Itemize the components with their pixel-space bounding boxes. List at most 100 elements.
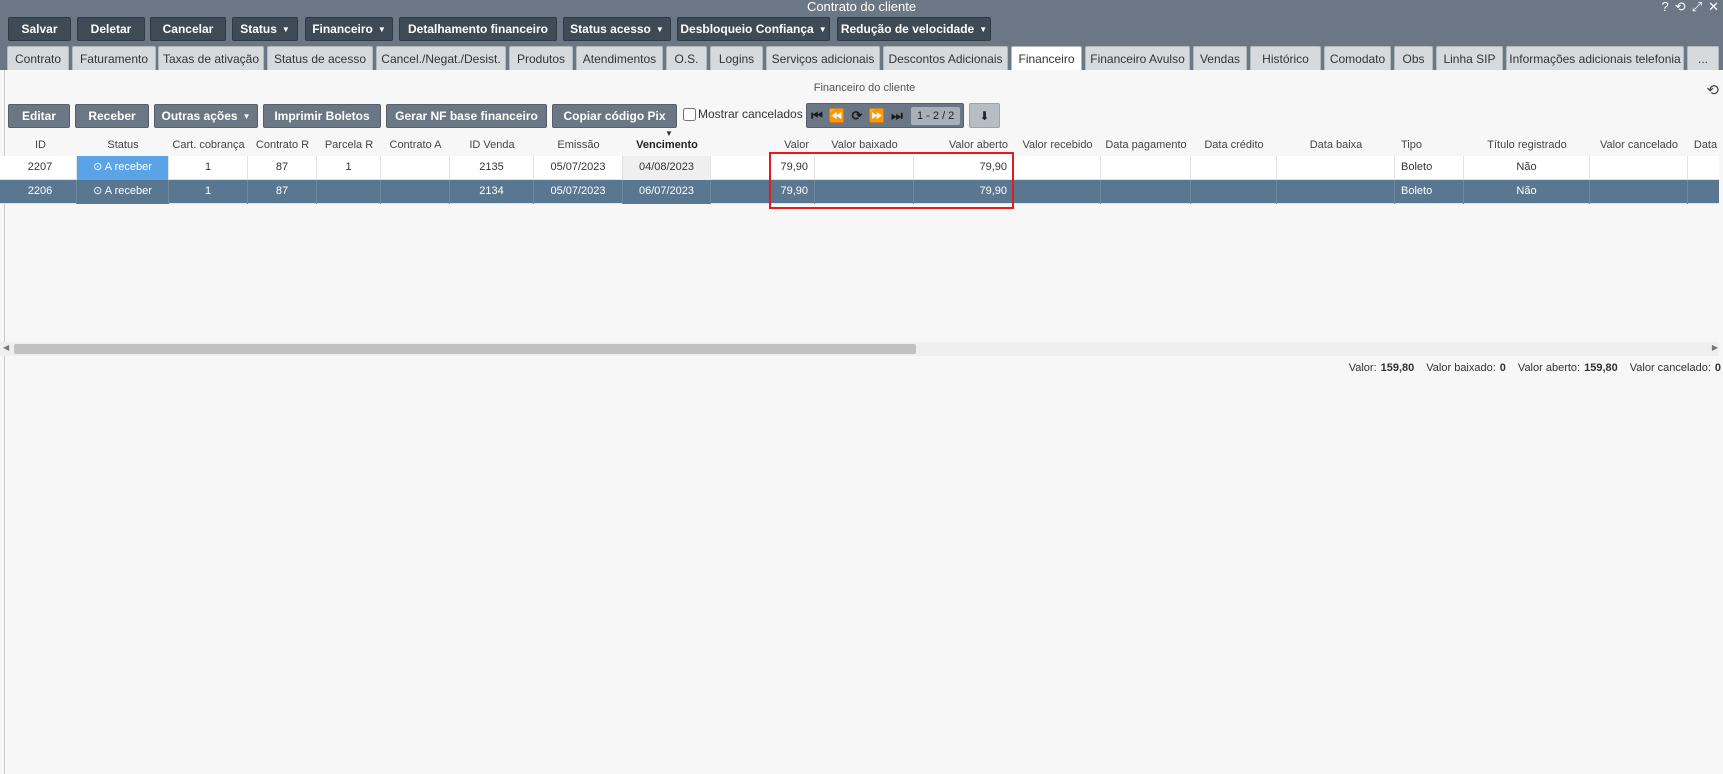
tab-comodato[interactable]: Comodato (1324, 46, 1391, 70)
tab-cancel-negat-desist[interactable]: Cancel./Negat./Desist. (376, 46, 506, 70)
financeiro-dropdown-button[interactable]: Financeiro ▼ (305, 17, 393, 41)
desbloqueio-confianca-dropdown-button[interactable]: Desbloqueio Confiança ▼ (677, 17, 830, 41)
outras-acoes-dropdown-button[interactable]: Outras ações ▼ (154, 104, 258, 128)
delete-button[interactable]: Deletar (77, 17, 145, 41)
imprimir-boletos-button[interactable]: Imprimir Boletos (263, 104, 381, 128)
cell-vencimento: 04/08/2023 (623, 156, 711, 180)
cell-vencimento: 06/07/2023 (623, 180, 711, 204)
scroll-left-icon[interactable]: ◀ (3, 343, 9, 352)
save-button[interactable]: Salvar (8, 17, 71, 41)
total-valor: 159,80 (1380, 362, 1415, 374)
help-icon[interactable]: ? (1662, 0, 1669, 14)
tab-taxas-ativacao[interactable]: Taxas de ativação (158, 46, 264, 70)
col-header-contrato-a[interactable]: Contrato A (381, 134, 450, 156)
caret-down-icon: ▼ (242, 111, 251, 121)
col-header-valor-cancelado[interactable]: Valor cancelado (1590, 134, 1688, 156)
horizontal-scrollbar[interactable]: ◀ ▶ (0, 342, 1719, 356)
col-header-valor[interactable]: Valor (711, 134, 815, 156)
receber-button[interactable]: Receber (75, 104, 149, 128)
col-header-valor-recebido[interactable]: Valor recebido (1014, 134, 1101, 156)
tab-produtos[interactable]: Produtos (509, 46, 573, 70)
tab-more[interactable]: ... (1687, 46, 1719, 70)
col-header-id-venda[interactable]: ID Venda (450, 134, 534, 156)
table-row-selected[interactable]: 2206 ⊙ A receber 1 87 2134 05/07/2023 06… (0, 180, 1719, 204)
close-icon[interactable]: ✕ (1708, 0, 1719, 14)
scrollbar-thumb[interactable] (14, 344, 916, 354)
caret-down-icon: ▼ (818, 24, 827, 34)
last-page-icon[interactable]: ⏭ (887, 108, 907, 124)
history-icon[interactable]: ⟲ (1706, 81, 1719, 99)
caret-down-icon: ▼ (655, 24, 664, 34)
first-page-icon[interactable]: ⏮ (807, 108, 827, 124)
tab-logins[interactable]: Logins (710, 46, 763, 70)
cancel-button[interactable]: Cancelar (150, 17, 226, 41)
tab-financeiro[interactable]: Financeiro (1011, 46, 1082, 71)
col-header-valor-aberto[interactable]: Valor aberto (914, 134, 1014, 156)
total-aberto-label: Valor aberto: (1517, 362, 1581, 374)
col-header-tipo[interactable]: Tipo (1395, 134, 1464, 156)
tab-obs[interactable]: Obs (1394, 46, 1433, 70)
sort-desc-icon: ▼ (665, 129, 673, 138)
tab-atendimentos[interactable]: Atendimentos (576, 46, 663, 70)
cell-cart-cobranca: 1 (169, 156, 248, 180)
tab-contrato[interactable]: Contrato (7, 46, 69, 70)
tab-servicos-adicionais[interactable]: Serviços adicionais (766, 46, 880, 70)
tab-os[interactable]: O.S. (666, 46, 707, 70)
col-header-contrato-r[interactable]: Contrato R (248, 134, 317, 156)
col-header-id[interactable]: ID (4, 134, 77, 156)
status-dropdown-button[interactable]: Status ▼ (232, 17, 298, 41)
gerar-nf-button[interactable]: Gerar NF base financeiro (386, 104, 547, 128)
col-header-parcela-r[interactable]: Parcela R (317, 134, 381, 156)
history-icon[interactable]: ⟲ (1675, 0, 1686, 14)
col-header-data-pagamento[interactable]: Data pagamento (1101, 134, 1191, 156)
tab-historico[interactable]: Histórico (1250, 46, 1321, 70)
reducao-velocidade-dropdown-button[interactable]: Redução de velocidade ▼ (837, 17, 991, 41)
cell-id-venda: 2135 (450, 156, 534, 180)
cell-parcela-r: 1 (317, 156, 381, 180)
cell-data-baixa (1277, 180, 1395, 204)
scroll-right-icon[interactable]: ▶ (1712, 343, 1718, 352)
cell-data (1688, 180, 1719, 204)
tab-faturamento[interactable]: Faturamento (72, 46, 156, 70)
cell-cart-cobranca: 1 (169, 180, 248, 204)
next-page-icon[interactable]: ⏩ (867, 108, 887, 124)
col-header-cart-cobranca[interactable]: Cart. cobrança (169, 134, 248, 156)
cell-titulo-registrado: Não (1464, 180, 1590, 204)
total-cancelado: 0 (1714, 362, 1721, 374)
download-button[interactable]: ⬇ (969, 103, 1000, 128)
refresh-icon[interactable]: ⟳ (847, 108, 867, 124)
cell-emissao: 05/07/2023 (534, 156, 623, 180)
show-cancelled-checkbox[interactable] (683, 107, 696, 121)
expand-icon[interactable]: ⤢ (1692, 0, 1702, 14)
col-header-emissao[interactable]: Emissão (534, 134, 623, 156)
table-row[interactable]: 2207 ⊙ A receber 1 87 1 2135 05/07/2023 … (0, 156, 1719, 180)
cell-valor-recebido (1014, 180, 1101, 204)
total-cancelado-label: Valor cancelado: (1629, 362, 1711, 374)
show-cancelled-toggle[interactable]: Mostrar cancelados (683, 107, 803, 121)
cell-valor-aberto: 79,90 (914, 180, 1014, 204)
col-header-data-baixa[interactable]: Data baixa (1277, 134, 1395, 156)
totals-bar: Valor: 159,80 Valor baixado: 0 Valor abe… (1349, 362, 1721, 374)
col-header-valor-baixado[interactable]: Valor baixado (815, 134, 914, 156)
tab-vendas[interactable]: Vendas (1193, 46, 1247, 70)
tab-linha-sip[interactable]: Linha SIP (1436, 46, 1503, 70)
cell-data-baixa (1277, 156, 1395, 180)
col-header-titulo-registrado[interactable]: Título registrado (1464, 134, 1590, 156)
cell-valor: 79,90 (711, 180, 815, 204)
tab-financeiro-avulso[interactable]: Financeiro Avulso (1085, 46, 1190, 70)
tab-descontos-adicionais[interactable]: Descontos Adicionais (883, 46, 1008, 70)
window-titlebar: Contrato do cliente ? ⟲ ⤢ ✕ (0, 0, 1723, 14)
col-header-data-credito[interactable]: Data crédito (1191, 134, 1277, 156)
editar-button[interactable]: Editar (8, 104, 70, 128)
col-header-status[interactable]: Status (77, 134, 169, 156)
cell-data-credito (1191, 180, 1277, 204)
col-header-data[interactable]: Data (1688, 134, 1723, 156)
prev-page-icon[interactable]: ⏪ (827, 108, 847, 124)
detalhamento-financeiro-button[interactable]: Detalhamento financeiro (399, 17, 557, 41)
tab-status-acesso[interactable]: Status de acesso (267, 46, 373, 70)
cell-data-pagamento (1101, 156, 1191, 180)
tab-informacoes-telefonia[interactable]: Informações adicionais telefonia (1506, 46, 1684, 70)
copiar-pix-button[interactable]: Copiar código Pix (552, 104, 677, 128)
cell-data (1688, 156, 1719, 180)
status-acesso-dropdown-button[interactable]: Status acesso ▼ (563, 17, 671, 41)
